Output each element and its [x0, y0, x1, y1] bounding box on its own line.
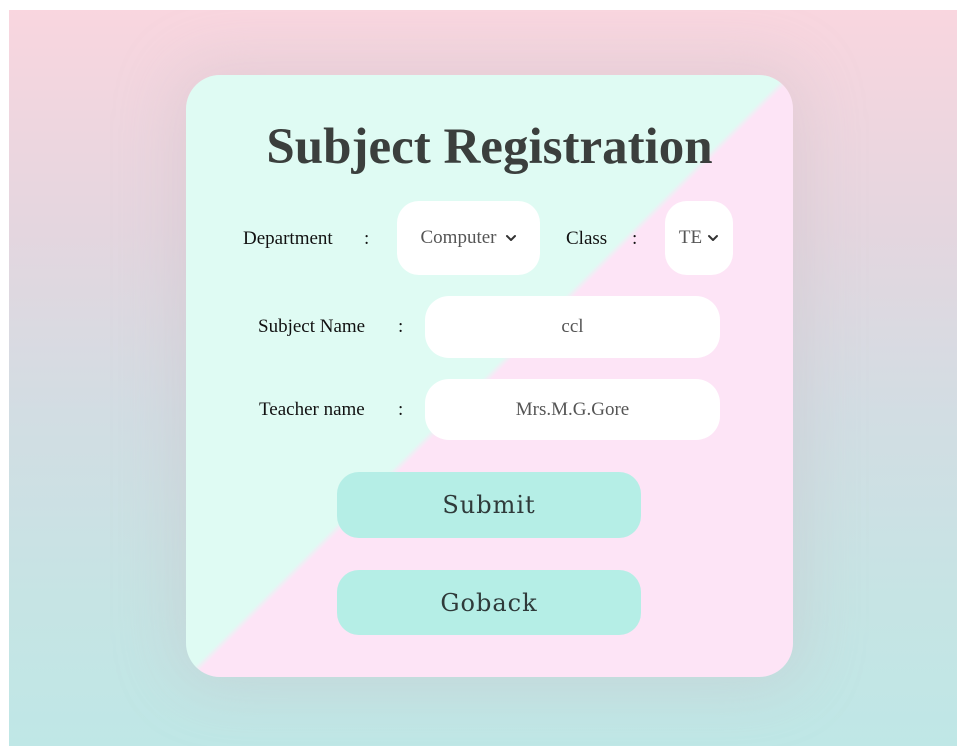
chevron-down-icon — [505, 235, 516, 241]
teacher-name-label: Teacher name — [259, 399, 365, 420]
page-background: Subject Registration Department : Comput… — [9, 10, 957, 746]
teacher-name-input[interactable] — [425, 379, 720, 440]
department-select[interactable]: Computer — [397, 201, 540, 275]
class-label: Class — [566, 228, 608, 249]
department-colon: : — [364, 228, 370, 249]
department-label: Department — [243, 228, 333, 249]
submit-button[interactable]: Submit — [337, 472, 641, 538]
page-title: Subject Registration — [266, 119, 713, 175]
registration-card: Subject Registration Department : Comput… — [186, 75, 793, 677]
teacher-name-colon: : — [398, 399, 404, 420]
subject-name-colon: : — [398, 316, 404, 337]
subject-name-input[interactable] — [425, 296, 720, 358]
goback-button[interactable]: Goback — [337, 570, 641, 635]
class-select[interactable]: TE — [665, 201, 733, 275]
chevron-down-icon — [708, 235, 719, 241]
subject-name-label: Subject Name — [258, 316, 366, 337]
class-colon: : — [632, 228, 638, 249]
department-value: Computer — [420, 227, 497, 248]
class-value: TE — [678, 227, 703, 248]
